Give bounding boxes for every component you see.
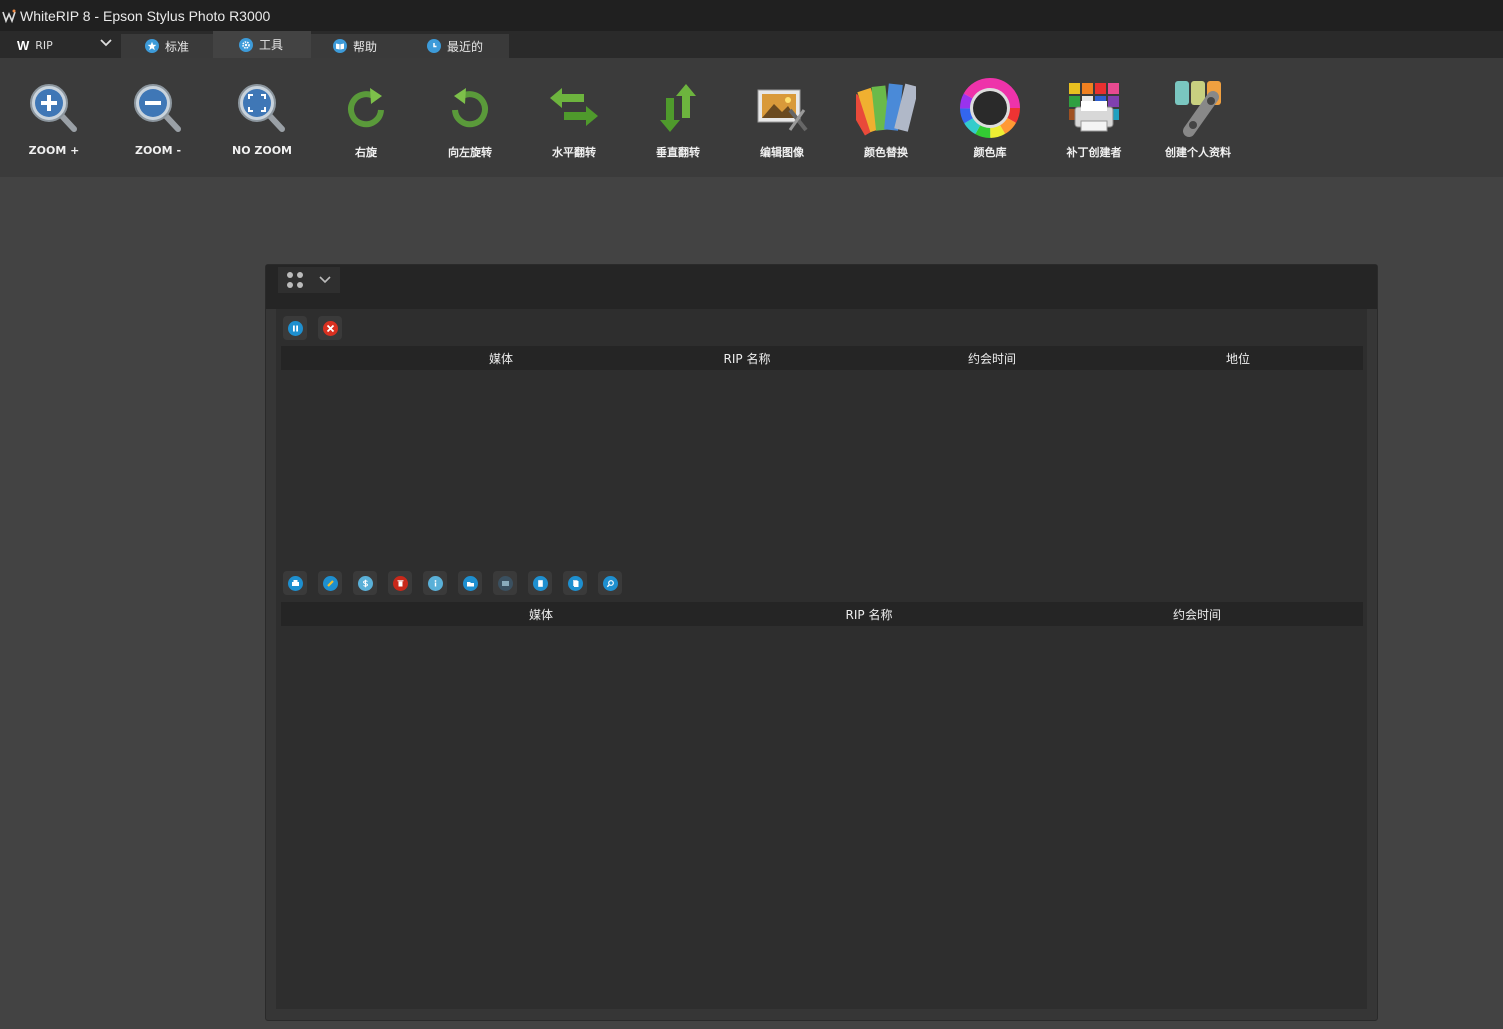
queue-content: 媒体 RIP 名称 约会时间 地位 媒体 RIP 名称 约会时间	[276, 309, 1367, 1009]
tool-label: 垂直翻转	[656, 146, 700, 159]
tool-label: 颜色库	[973, 146, 1007, 159]
tool-label: 补丁创建者	[1066, 146, 1122, 159]
edit-button[interactable]	[318, 571, 342, 595]
create-profile-button[interactable]: 创建个人资料	[1146, 76, 1250, 164]
whiterip-w-icon: W	[17, 37, 30, 53]
pause-icon	[287, 320, 303, 336]
chevron-down-icon	[319, 275, 331, 285]
zoom-out-button[interactable]: ZOOM -	[106, 76, 210, 164]
history-queue-list[interactable]	[281, 626, 1363, 1004]
color-library-button[interactable]: 颜色库	[938, 76, 1042, 164]
pause-button[interactable]	[283, 316, 307, 340]
window-title: WhiteRIP 8 - Epson Stylus Photo R3000	[20, 7, 271, 24]
column-media[interactable]: 媒体	[489, 350, 513, 367]
color-replace-button[interactable]: 颜色替换	[834, 76, 938, 164]
open-folder-icon	[462, 575, 478, 591]
patch-creator-icon	[1062, 76, 1126, 140]
print-queue-panel: 媒体 RIP 名称 约会时间 地位 媒体 RIP 名称 约会时间	[265, 264, 1378, 1021]
cost-button[interactable]	[353, 571, 377, 595]
tab-help[interactable]: 帮助	[311, 34, 406, 58]
rotate-right-icon	[334, 76, 398, 140]
tab-label: 标准	[165, 39, 190, 54]
menu-bar: W RIP 标准 工具 帮助 最近的	[0, 31, 1503, 58]
info-icon	[427, 575, 443, 591]
tab-label: 帮助	[353, 39, 378, 54]
copy-button[interactable]	[563, 571, 587, 595]
panel-header	[266, 265, 1377, 309]
edit-image-button[interactable]: 编辑图像	[730, 76, 834, 164]
print-icon	[287, 575, 303, 591]
star-icon	[145, 39, 159, 53]
color-wheel-icon	[958, 76, 1022, 140]
rip-menu-label: RIP	[35, 38, 53, 52]
column-date-time[interactable]: 约会时间	[1173, 606, 1221, 623]
create-profile-icon	[1166, 76, 1230, 140]
tab-label: 最近的	[447, 39, 484, 54]
gear-icon	[239, 37, 253, 52]
column-rip-name[interactable]: RIP 名称	[724, 350, 771, 367]
tools-ribbon: ZOOM + ZOOM - NO ZOOM 右旋 向左旋转 水平翻转 垂直翻转 …	[0, 58, 1503, 177]
document-icon	[532, 575, 548, 591]
patch-creator-button[interactable]: 补丁创建者	[1042, 76, 1146, 164]
tool-label: NO ZOOM	[231, 144, 292, 157]
tool-label: 创建个人资料	[1165, 146, 1231, 159]
flip-horizontal-icon	[542, 76, 606, 140]
tool-label: 向左旋转	[448, 146, 492, 159]
delete-icon	[392, 575, 408, 591]
column-media[interactable]: 媒体	[529, 606, 553, 623]
preview-button[interactable]	[598, 571, 622, 595]
image-icon	[497, 575, 513, 591]
zoom-in-icon	[22, 76, 86, 140]
panel-menu-handle[interactable]	[278, 267, 340, 293]
cancel-button[interactable]	[318, 316, 342, 340]
tool-label: 颜色替换	[864, 146, 908, 159]
edit-icon	[322, 575, 338, 591]
tool-label: 编辑图像	[760, 146, 804, 159]
copy-icon	[567, 575, 583, 591]
cancel-icon	[322, 320, 338, 336]
title-bar: WhiteRIP 8 - Epson Stylus Photo R3000	[0, 0, 1503, 31]
image-button[interactable]	[493, 571, 517, 595]
print-button[interactable]	[283, 571, 307, 595]
chevron-down-icon	[100, 36, 112, 53]
grid-dots-icon	[286, 271, 304, 289]
tab-standard[interactable]: 标准	[121, 34, 213, 58]
book-icon	[333, 39, 347, 53]
tab-tools[interactable]: 工具	[213, 31, 311, 58]
open-folder-button[interactable]	[458, 571, 482, 595]
tab-recent[interactable]: 最近的	[406, 34, 509, 58]
history-queue-header: 媒体 RIP 名称 约会时间	[281, 602, 1363, 626]
flip-vertical-icon	[646, 76, 710, 140]
no-zoom-button[interactable]: NO ZOOM	[210, 76, 314, 164]
rip-menu-dropdown[interactable]: W RIP	[10, 34, 120, 56]
column-rip-name[interactable]: RIP 名称	[846, 606, 893, 623]
clock-icon	[427, 39, 441, 53]
flip-horizontal-button[interactable]: 水平翻转	[522, 76, 626, 164]
tool-label: ZOOM +	[28, 144, 80, 157]
active-queue-list[interactable]	[281, 370, 1363, 560]
zoom-reset-icon	[230, 76, 294, 140]
color-swatch-icon	[854, 76, 918, 140]
column-date-time[interactable]: 约会时间	[968, 350, 1016, 367]
tab-label: 工具	[259, 38, 284, 52]
zoom-out-icon	[126, 76, 190, 140]
dollar-icon	[357, 575, 373, 591]
zoom-in-button[interactable]: ZOOM +	[2, 76, 106, 164]
info-button[interactable]	[423, 571, 447, 595]
active-queue-header: 媒体 RIP 名称 约会时间 地位	[281, 346, 1363, 370]
column-status[interactable]: 地位	[1226, 350, 1250, 367]
tool-label: 右旋	[355, 146, 377, 159]
tool-label: 水平翻转	[552, 146, 596, 159]
document-button[interactable]	[528, 571, 552, 595]
rotate-left-icon	[438, 76, 502, 140]
tool-label: ZOOM -	[134, 144, 182, 157]
preview-icon	[602, 575, 618, 591]
delete-button[interactable]	[388, 571, 412, 595]
rotate-right-button[interactable]: 右旋	[314, 76, 418, 164]
edit-image-icon	[750, 76, 814, 140]
whiterip-logo-icon	[2, 9, 16, 23]
rotate-left-button[interactable]: 向左旋转	[418, 76, 522, 164]
flip-vertical-button[interactable]: 垂直翻转	[626, 76, 730, 164]
